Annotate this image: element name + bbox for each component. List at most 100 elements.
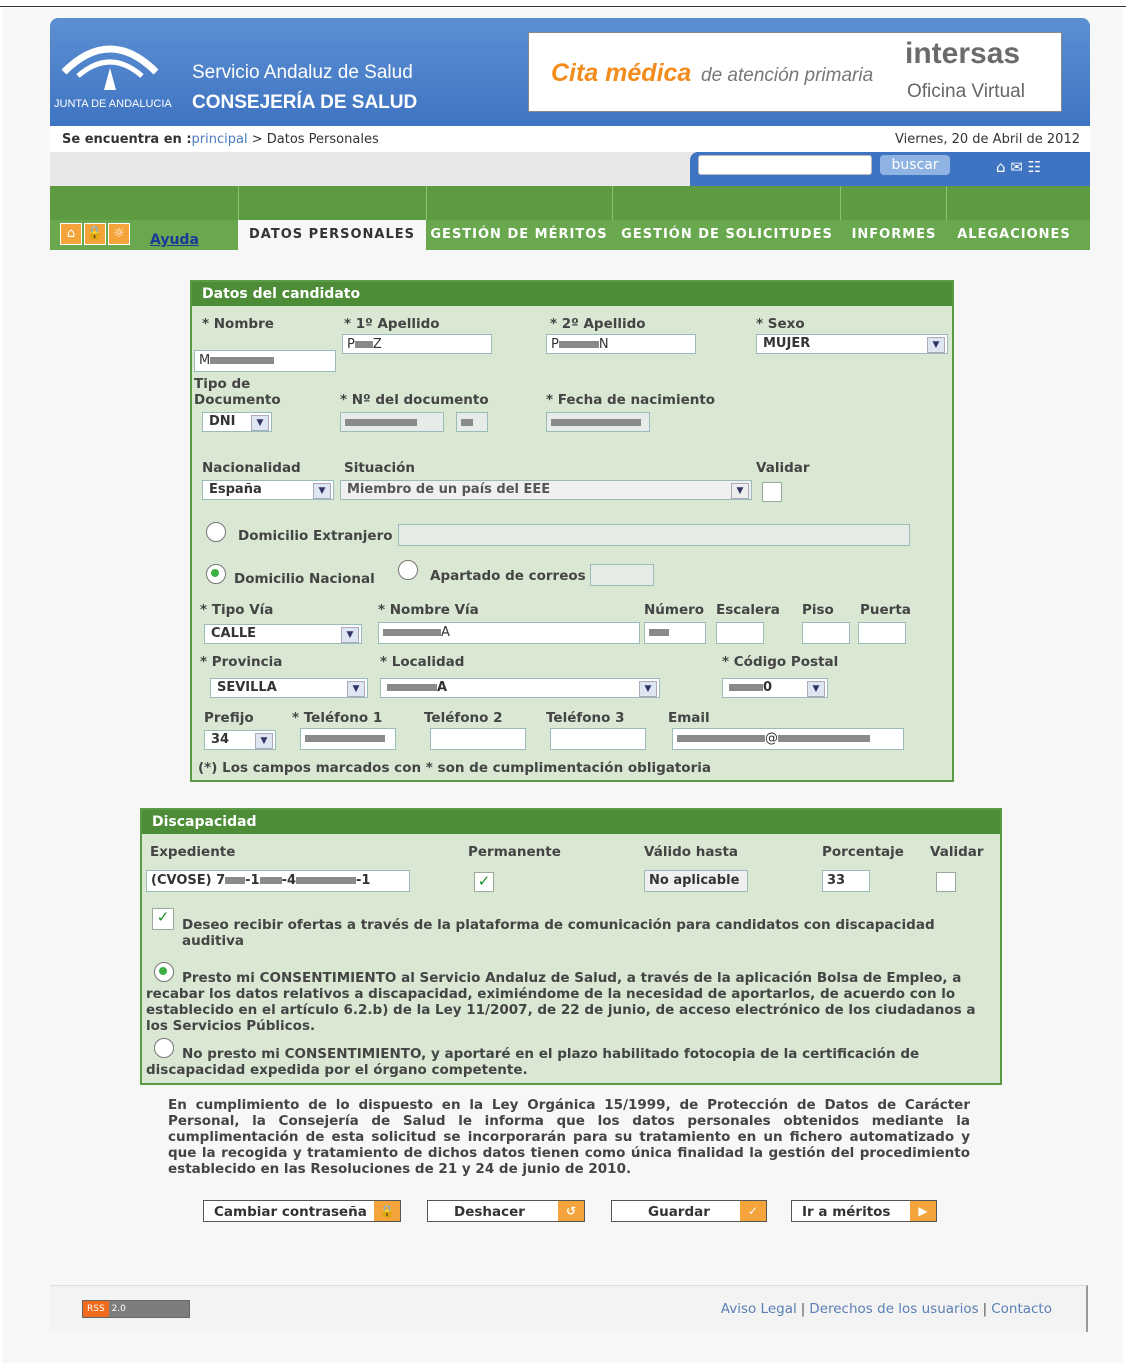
- main-nav: ⌂ 🔒 ☼ Ayuda DATOS PERSONALES GESTIÓN DE MÉ…: [50, 186, 1090, 250]
- permanente-checkbox[interactable]: ✓: [474, 872, 494, 892]
- nav-divider: [426, 186, 427, 220]
- redacted-text: [649, 629, 669, 636]
- domicilio-extranjero-radio[interactable]: [206, 522, 226, 542]
- aviso-legal-link[interactable]: Aviso Legal: [721, 1301, 797, 1317]
- lock-icon: 🔒: [374, 1201, 400, 1221]
- rss-badge[interactable]: RSS 2.0: [82, 1300, 190, 1318]
- sexo-select[interactable]: MUJER ▼: [756, 334, 948, 354]
- nav-divider: [238, 186, 239, 220]
- undo-button[interactable]: Deshacer ↺: [427, 1200, 585, 1222]
- arrow-right-icon: ▶: [910, 1201, 936, 1221]
- tab-informes[interactable]: INFORMES: [842, 220, 946, 250]
- valido-hasta-field[interactable]: No aplicable: [644, 870, 748, 892]
- tel3-field[interactable]: [550, 728, 646, 750]
- chevron-down-icon: ▼: [341, 627, 359, 643]
- provincia-select[interactable]: SEVILLA ▼: [210, 678, 368, 698]
- nombre-label: * Nombre: [202, 316, 274, 332]
- doc-letter-field[interactable]: [456, 412, 488, 432]
- apellido1-field[interactable]: PZ: [342, 334, 492, 354]
- redacted-text: [305, 735, 385, 742]
- tipo-via-select[interactable]: CALLE ▼: [204, 624, 362, 644]
- nacionalidad-label: Nacionalidad: [202, 460, 301, 476]
- localidad-select[interactable]: A ▼: [380, 678, 660, 698]
- numero-field[interactable]: [644, 622, 706, 644]
- tel1-field[interactable]: [300, 728, 396, 750]
- tel2-field[interactable]: [430, 728, 526, 750]
- derechos-link[interactable]: Derechos de los usuarios: [809, 1301, 978, 1317]
- validar-checkbox[interactable]: [762, 482, 782, 502]
- search-button[interactable]: buscar: [880, 155, 950, 175]
- prefijo-select[interactable]: 34 ▼: [204, 730, 276, 750]
- tipo-doc-select[interactable]: DNI ▼: [202, 412, 272, 432]
- redacted-text: [296, 877, 357, 884]
- num-doc-field[interactable]: [340, 412, 444, 432]
- ofertas-label: Deseo recibir ofertas a través de la pla…: [182, 917, 935, 949]
- validar-checkbox[interactable]: [936, 872, 956, 892]
- redacted-text: [387, 684, 437, 691]
- go-to-merits-button[interactable]: Ir a méritos ▶: [791, 1200, 937, 1222]
- apellido1-label: * 1º Apellido: [344, 316, 440, 332]
- validar-label: Validar: [930, 844, 984, 860]
- cp-label: * Código Postal: [722, 654, 839, 670]
- panel-title: Discapacidad: [142, 810, 1000, 834]
- tab-alegaciones[interactable]: ALEGACIONES: [948, 220, 1080, 250]
- lock-icon[interactable]: 🔒: [84, 223, 106, 245]
- nacionalidad-select[interactable]: España ▼: [202, 480, 334, 500]
- apartado-correos-field[interactable]: [590, 564, 654, 586]
- panel-title: Datos del candidato: [192, 282, 952, 306]
- home-icon[interactable]: ⌂: [996, 158, 1006, 176]
- email-field[interactable]: @: [672, 728, 904, 750]
- contacto-link[interactable]: Contacto: [991, 1301, 1052, 1317]
- porcentaje-label: Porcentaje: [822, 844, 904, 860]
- redacted-text: [461, 419, 473, 426]
- breadcrumb-prefix: Se encuentra en :: [62, 132, 192, 147]
- chevron-down-icon: ▼: [347, 681, 365, 697]
- tab-datos-personales[interactable]: DATOS PERSONALES: [238, 220, 426, 250]
- redacted-text: [210, 357, 275, 364]
- lightbulb-icon[interactable]: ☼: [108, 223, 130, 245]
- candidate-panel: Datos del candidato * Nombre * 1º Apelli…: [190, 280, 954, 782]
- numero-label: Número: [644, 602, 705, 618]
- org-department: CONSEJERÍA DE SALUD: [192, 92, 418, 113]
- nombre-field[interactable]: M: [194, 350, 336, 372]
- puerta-field[interactable]: [858, 622, 906, 644]
- legal-notice: En cumplimiento de lo dispuesto en la Le…: [168, 1097, 970, 1177]
- tab-gestion-solicitudes[interactable]: GESTIÓN DE SOLICITUDES: [614, 220, 840, 250]
- brand-subtitle: Oficina Virtual: [907, 81, 1025, 102]
- apellido2-field[interactable]: PN: [546, 334, 696, 354]
- expediente-field[interactable]: (CVOSE) 7 -1 -4 -1: [146, 870, 410, 892]
- nombre-via-label: * Nombre Vía: [378, 602, 479, 618]
- mail-icon[interactable]: ✉: [1010, 158, 1023, 176]
- top-rule: [0, 6, 1126, 7]
- change-password-button[interactable]: Cambiar contraseña 🔒: [203, 1200, 401, 1222]
- brand-logo: intersas: [905, 37, 1021, 70]
- consent-no-text: No presto mi CONSENTIMIENTO, y aportaré …: [146, 1046, 920, 1078]
- home-icon[interactable]: ⌂: [60, 223, 82, 245]
- situacion-select[interactable]: Miembro de un país del EEE ▼: [340, 480, 752, 500]
- domicilio-extranjero-field[interactable]: [398, 524, 910, 546]
- cita-banner[interactable]: Cita médica de atención primaria intersa…: [528, 32, 1062, 112]
- porcentaje-field[interactable]: 33: [822, 870, 870, 892]
- tab-gestion-meritos[interactable]: GESTIÓN DE MÉRITOS: [428, 220, 610, 250]
- domicilio-nacional-radio[interactable]: [206, 564, 226, 584]
- apartado-correos-radio[interactable]: [398, 560, 418, 580]
- help-link[interactable]: Ayuda: [150, 232, 199, 248]
- expediente-label: Expediente: [150, 844, 236, 860]
- tipo-via-label: * Tipo Vía: [200, 602, 274, 618]
- breadcrumb-link-principal[interactable]: principal: [192, 132, 248, 147]
- cp-select[interactable]: 0 ▼: [722, 678, 828, 698]
- footer-separator: |: [800, 1301, 806, 1317]
- sexo-label: * Sexo: [756, 316, 805, 332]
- required-note: (*) Los campos marcados con * son de cum…: [198, 760, 711, 776]
- nombre-via-field[interactable]: A: [378, 622, 640, 644]
- fecha-nac-field[interactable]: [546, 412, 650, 432]
- email-label: Email: [668, 710, 710, 726]
- piso-field[interactable]: [802, 622, 850, 644]
- ofertas-checkbox[interactable]: ✓: [152, 908, 174, 930]
- sitemap-icon[interactable]: ☷: [1028, 158, 1041, 176]
- junta-logo-icon: [61, 45, 159, 90]
- escalera-field[interactable]: [716, 622, 764, 644]
- save-button[interactable]: Guardar ✓: [611, 1200, 767, 1222]
- search-input[interactable]: [698, 155, 872, 175]
- footer-separator: |: [982, 1301, 988, 1317]
